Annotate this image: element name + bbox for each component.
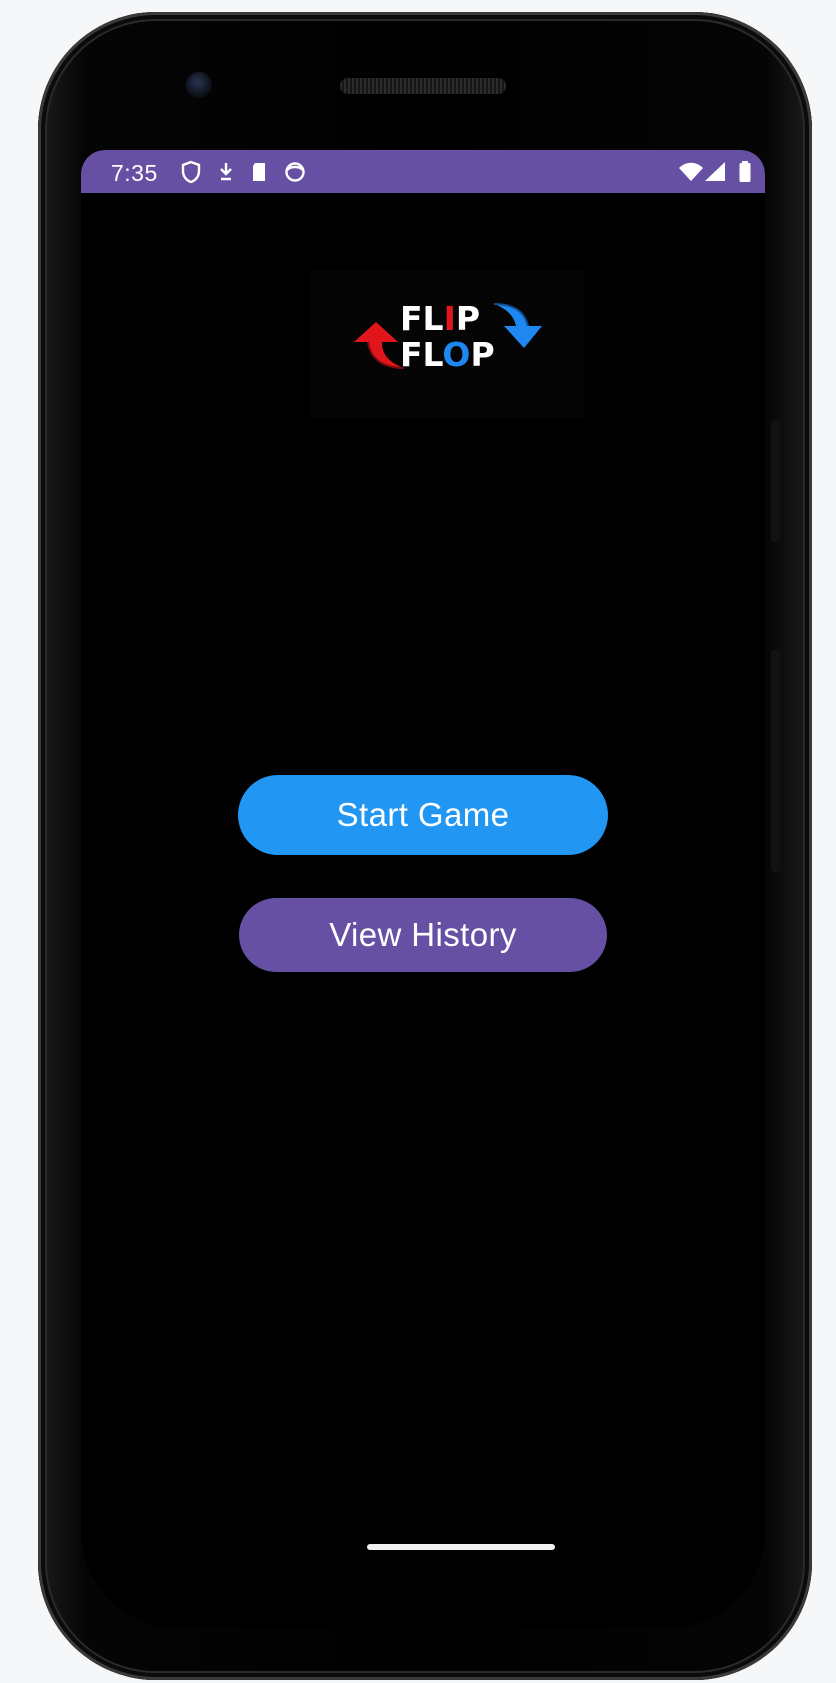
face-icon: [285, 162, 305, 182]
home-indicator[interactable]: [367, 1544, 555, 1550]
logo-flip-accent: I: [443, 299, 456, 338]
app-screen: 7:35 FLIP FLOP Start Game View History: [81, 150, 765, 1628]
front-camera: [186, 72, 212, 98]
logo-word-flip: FLIP: [400, 299, 480, 338]
signal-icon: [705, 162, 725, 181]
start-game-button[interactable]: Start Game: [238, 775, 608, 855]
arrow-down-icon: [493, 303, 542, 348]
logo-flip-prefix: FL: [400, 299, 444, 338]
logo-flip-suffix: P: [455, 299, 481, 338]
logo-word-flop: FLOP: [400, 335, 495, 374]
volume-button: [771, 650, 780, 872]
shield-icon: [181, 160, 201, 184]
phone-frame: 7:35 FLIP FLOP Start Game View History: [38, 12, 812, 1680]
logo-flop-accent: O: [442, 335, 471, 374]
status-bar: 7:35: [81, 150, 765, 193]
app-logo: FLIP FLOP: [310, 270, 584, 418]
logo-flop-suffix: P: [470, 335, 495, 374]
power-button: [771, 420, 780, 542]
sd-card-icon: [253, 163, 265, 181]
earpiece-speaker: [340, 78, 506, 94]
status-time: 7:35: [111, 160, 158, 186]
view-history-button[interactable]: View History: [239, 898, 607, 972]
battery-icon: [739, 161, 751, 182]
logo-flop-prefix: FL: [400, 335, 443, 374]
download-icon: [220, 163, 232, 181]
